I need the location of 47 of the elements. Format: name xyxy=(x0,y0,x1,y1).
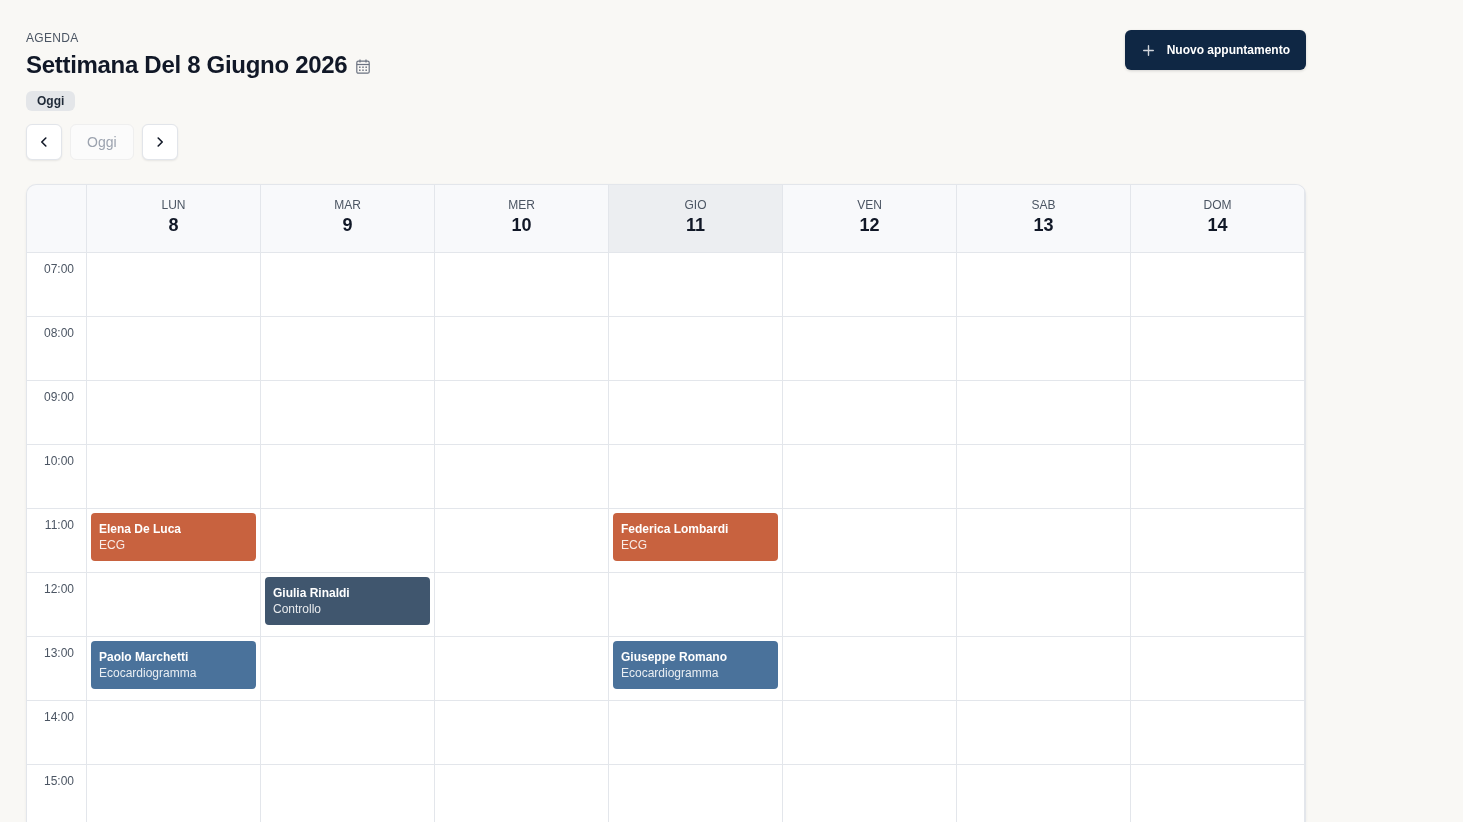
appointment-card[interactable]: Federica Lombardi ECG xyxy=(613,513,778,561)
day-number: 14 xyxy=(1207,214,1228,236)
appointment-card[interactable]: Giulia Rinaldi Controllo xyxy=(265,577,430,625)
today-badge: Oggi xyxy=(26,91,76,111)
weekday-label: VEN xyxy=(857,197,882,213)
patient-name: Federica Lombardi xyxy=(621,521,730,537)
hour-label: 12:00 xyxy=(43,582,74,596)
appointment-card[interactable]: Paolo Marchetti Ecocardiogramma xyxy=(91,641,256,689)
hour-label: 10:00 xyxy=(43,454,74,468)
appointment-card[interactable]: Elena De Luca ECG xyxy=(91,513,256,561)
hour-label: 09:00 xyxy=(43,390,74,404)
appointment-card[interactable]: Giuseppe Romano Ecocardiogramma xyxy=(613,641,778,689)
patient-name: Giulia Rinaldi xyxy=(273,585,351,601)
weekday-label: LUN xyxy=(161,197,186,213)
hour-label: 07:00 xyxy=(43,262,74,276)
hour-label: 08:00 xyxy=(43,326,74,340)
previous-week-button[interactable] xyxy=(26,124,62,160)
hour-label: 15:00 xyxy=(43,774,74,788)
day-number: 10 xyxy=(511,214,532,236)
day-number: 12 xyxy=(859,214,880,236)
hour-label: 14:00 xyxy=(43,710,74,724)
exam-type: Ecocardiogramma xyxy=(621,665,720,681)
calendar-icon xyxy=(356,58,371,74)
new-appointment-button[interactable]: Nuovo appuntamento xyxy=(1124,30,1306,70)
next-week-button[interactable] xyxy=(141,124,178,160)
exam-type: ECG xyxy=(621,537,648,553)
weekday-label: SAB xyxy=(1031,197,1056,213)
exam-type: Ecocardiogramma xyxy=(99,665,198,681)
page-title: Settimana Del 8 Giugno 2026 xyxy=(26,50,348,80)
day-number: 9 xyxy=(342,214,353,236)
patient-name: Elena De Luca xyxy=(99,521,183,537)
weekday-label: GIO xyxy=(684,197,707,213)
chevron-left-icon xyxy=(39,137,49,147)
exam-type: Controllo xyxy=(273,601,323,617)
exam-type: ECG xyxy=(99,537,126,553)
day-number: 11 xyxy=(686,214,705,236)
weekday-label: MAR xyxy=(334,197,361,213)
section-label: AGENDA xyxy=(26,30,79,46)
weekday-label: MER xyxy=(508,197,535,213)
patient-name: Giuseppe Romano xyxy=(621,649,728,665)
day-number: 8 xyxy=(168,214,179,236)
patient-name: Paolo Marchetti xyxy=(99,649,190,665)
day-number: 13 xyxy=(1033,214,1054,236)
weekday-label: DOM xyxy=(1203,197,1232,213)
hour-label: 13:00 xyxy=(43,646,74,660)
plus-icon xyxy=(1142,44,1154,56)
hour-label: 11:00 xyxy=(44,518,74,532)
